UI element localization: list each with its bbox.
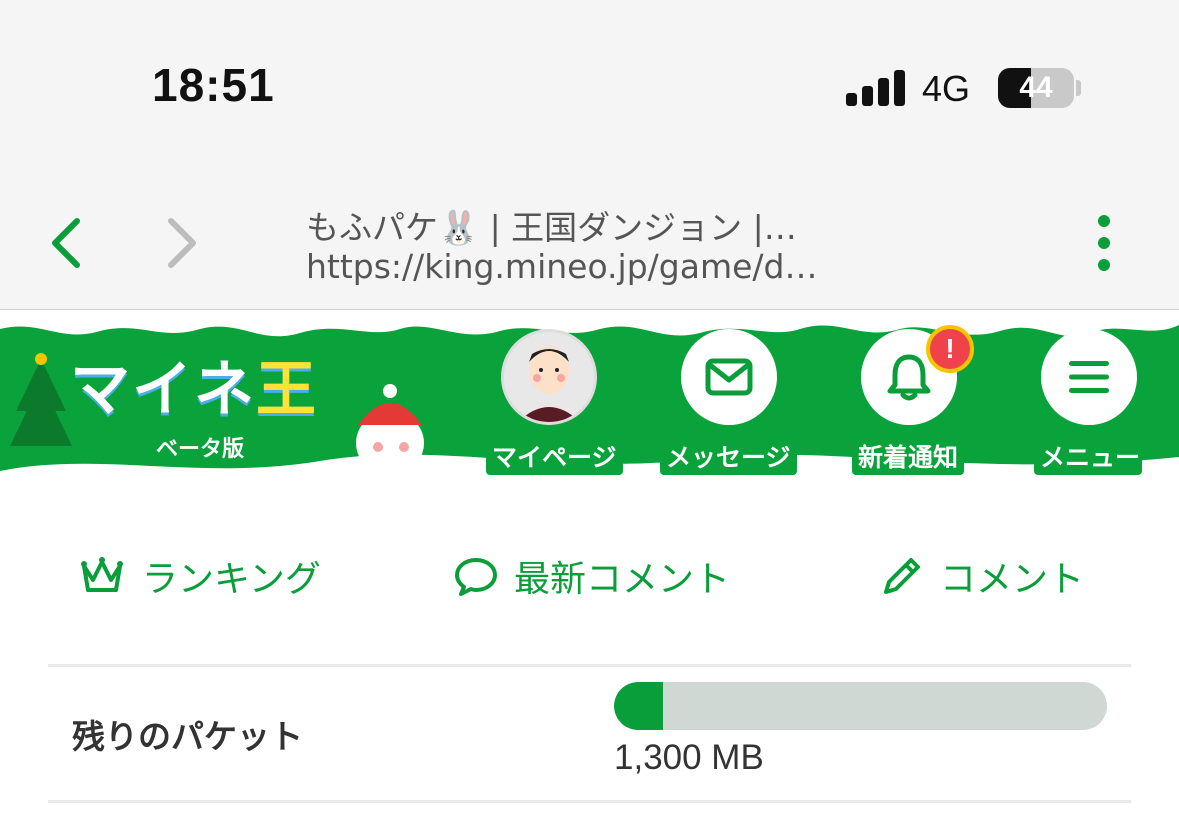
site-header-banner: マイネ王 ベータ版 マイページ メッセージ ! 新着通知 メニュー bbox=[0, 311, 1179, 491]
mypage-label[interactable]: マイページ bbox=[486, 437, 623, 475]
battery-icon: 44 bbox=[998, 68, 1074, 108]
sub-navigation: ランキング 最新コメント コメント bbox=[48, 536, 1131, 616]
ranking-link[interactable]: ランキング bbox=[78, 536, 321, 616]
message-label[interactable]: メッセージ bbox=[660, 437, 797, 475]
logo-text: マイネ王 bbox=[70, 356, 318, 423]
status-bar: 18:51 4G 44 bbox=[0, 0, 1179, 175]
divider bbox=[48, 664, 1131, 667]
menu-button[interactable] bbox=[1041, 329, 1137, 425]
message-button[interactable] bbox=[681, 329, 777, 425]
bell-icon bbox=[887, 354, 931, 401]
site-logo[interactable]: マイネ王 ベータ版 bbox=[70, 341, 340, 462]
envelope-icon bbox=[705, 358, 753, 396]
chevron-right-icon bbox=[168, 218, 196, 268]
packet-progress-bar bbox=[614, 682, 1107, 730]
latest-comments-link[interactable]: 最新コメント bbox=[454, 536, 730, 616]
notification-label[interactable]: 新着通知 bbox=[852, 437, 965, 475]
comment-label: コメント bbox=[940, 559, 1085, 600]
battery-percent: 44 bbox=[1019, 71, 1053, 104]
forward-button[interactable] bbox=[158, 213, 208, 273]
page-url[interactable]: https://king.mineo.jp/game/d… bbox=[306, 247, 817, 286]
back-button[interactable] bbox=[40, 213, 90, 273]
packet-label: 残りのパケット bbox=[72, 717, 303, 756]
menu-label[interactable]: メニュー bbox=[1034, 437, 1142, 475]
packet-progress-fill bbox=[614, 682, 664, 730]
signal-icon bbox=[846, 70, 906, 106]
ranking-label: ランキング bbox=[142, 559, 321, 600]
more-vertical-icon[interactable] bbox=[1090, 213, 1118, 273]
clock: 18:51 bbox=[152, 59, 275, 111]
hamburger-icon bbox=[1069, 361, 1109, 393]
latest-comments-label: 最新コメント bbox=[514, 559, 731, 600]
logo-subtitle: ベータ版 bbox=[156, 437, 245, 462]
christmas-tree-icon bbox=[10, 353, 72, 446]
mascot-illustration bbox=[356, 384, 424, 475]
chevron-left-icon bbox=[52, 218, 80, 268]
divider bbox=[48, 800, 1131, 803]
pencil-icon bbox=[884, 558, 920, 594]
page-title[interactable]: もふパケ🐰 | 王国ダンジョン |… bbox=[306, 201, 797, 249]
speech-bubble-icon bbox=[455, 558, 497, 596]
comment-link[interactable]: コメント bbox=[880, 536, 1084, 616]
network-type: 4G bbox=[922, 68, 971, 109]
crown-icon bbox=[81, 557, 123, 592]
notification-badge: ! bbox=[926, 325, 974, 373]
packet-value: 1,300 MB bbox=[614, 738, 764, 777]
mypage-avatar[interactable] bbox=[501, 329, 597, 425]
browser-toolbar: もふパケ🐰 | 王国ダンジョン |… https://king.mineo.jp… bbox=[0, 175, 1179, 310]
battery-nub bbox=[1076, 80, 1081, 96]
avatar-icon bbox=[504, 332, 594, 422]
